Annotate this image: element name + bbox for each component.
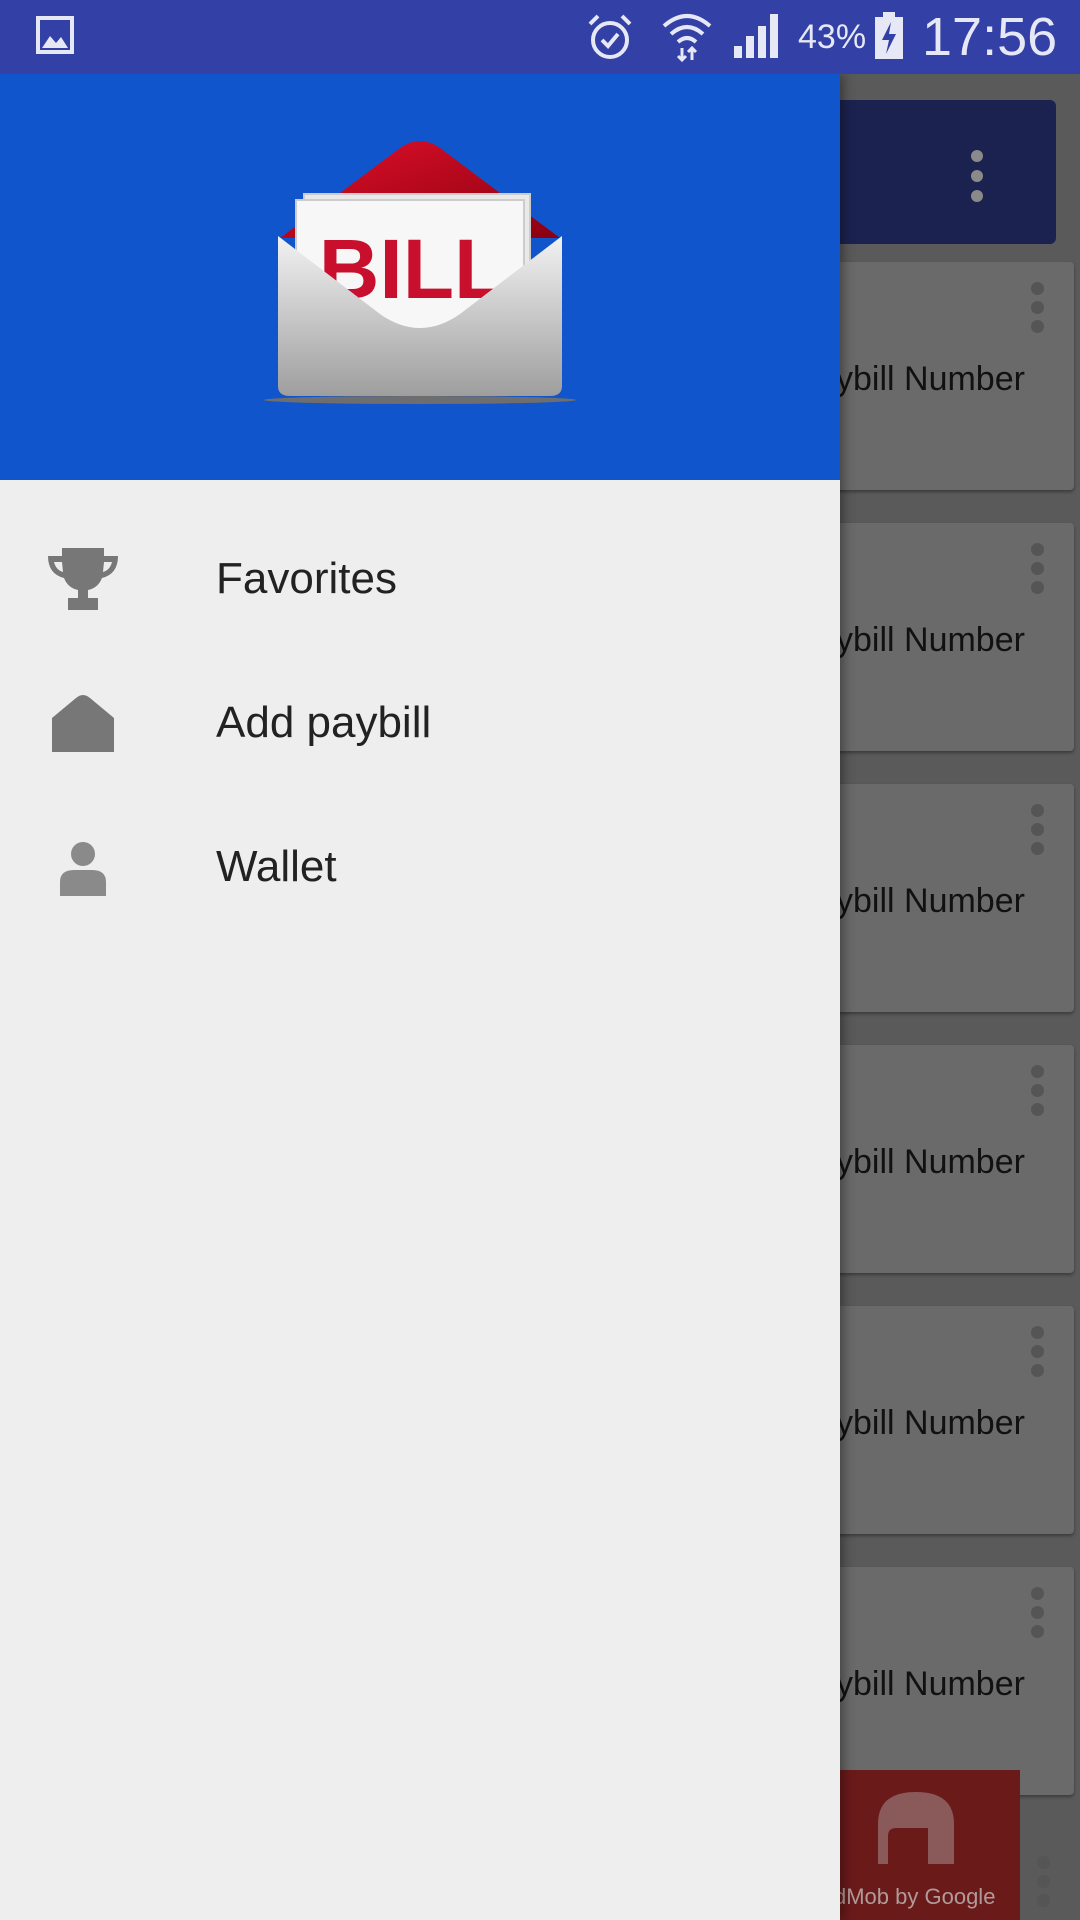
battery-charging-icon bbox=[875, 12, 903, 59]
paybill-card[interactable]: ybill Number bbox=[830, 262, 1074, 490]
card-menu-icon[interactable] bbox=[1030, 282, 1044, 339]
bill-envelope-logo: BILL bbox=[264, 141, 576, 404]
status-clock: 17:56 bbox=[922, 7, 1058, 67]
drawer-item-wallet[interactable]: Wallet bbox=[0, 806, 840, 926]
alarm-icon bbox=[588, 14, 632, 59]
drawer-item-add-paybill[interactable]: Add paybill bbox=[0, 662, 840, 782]
background-toolbar bbox=[830, 100, 1056, 244]
admob-logo-icon bbox=[878, 1792, 954, 1864]
paybill-card[interactable]: ybill Number bbox=[830, 1045, 1074, 1273]
card-title: ybill Number bbox=[836, 360, 1025, 398]
paybill-card[interactable]: ybill Number bbox=[830, 1306, 1074, 1534]
drawer-item-label: Wallet bbox=[216, 842, 337, 891]
drawer-item-label: Add paybill bbox=[216, 698, 432, 747]
ad-banner[interactable]: dMob by Google bbox=[830, 1770, 1020, 1920]
status-bar: 43% 17:56 bbox=[0, 0, 1080, 74]
cell-signal-icon bbox=[734, 14, 778, 58]
battery-percentage: 43% bbox=[798, 18, 867, 56]
card-menu-icon[interactable] bbox=[1030, 1587, 1044, 1644]
drawer-item-label: Favorites bbox=[216, 554, 397, 603]
card-title: ybill Number bbox=[836, 1665, 1025, 1703]
drawer-item-favorites[interactable]: Favorites bbox=[0, 518, 840, 638]
paybill-card[interactable]: ybill Number bbox=[830, 523, 1074, 751]
person-icon bbox=[60, 842, 106, 896]
gallery-notification-icon bbox=[36, 16, 74, 54]
trophy-icon bbox=[48, 548, 118, 610]
card-menu-icon[interactable] bbox=[1030, 1326, 1044, 1383]
drawer-header: BILL bbox=[0, 74, 840, 480]
card-menu-icon[interactable] bbox=[1030, 543, 1044, 600]
envelope-icon bbox=[52, 695, 114, 752]
card-title: ybill Number bbox=[836, 882, 1025, 920]
card-title: ybill Number bbox=[836, 621, 1025, 659]
card-menu-icon[interactable] bbox=[1036, 1856, 1050, 1913]
paybill-card[interactable]: ybill Number bbox=[830, 784, 1074, 1012]
card-menu-icon[interactable] bbox=[1030, 1065, 1044, 1122]
card-title: ybill Number bbox=[836, 1143, 1025, 1181]
card-title: ybill Number bbox=[836, 1404, 1025, 1442]
wifi-icon bbox=[662, 14, 712, 62]
ad-label: dMob by Google bbox=[834, 1884, 996, 1909]
navigation-drawer: BILL Favorites Add paybill Wallet bbox=[0, 74, 840, 1920]
card-menu-icon[interactable] bbox=[1030, 804, 1044, 861]
overflow-menu-icon[interactable] bbox=[970, 150, 984, 210]
paybill-card[interactable]: ybill Number bbox=[830, 1567, 1074, 1795]
